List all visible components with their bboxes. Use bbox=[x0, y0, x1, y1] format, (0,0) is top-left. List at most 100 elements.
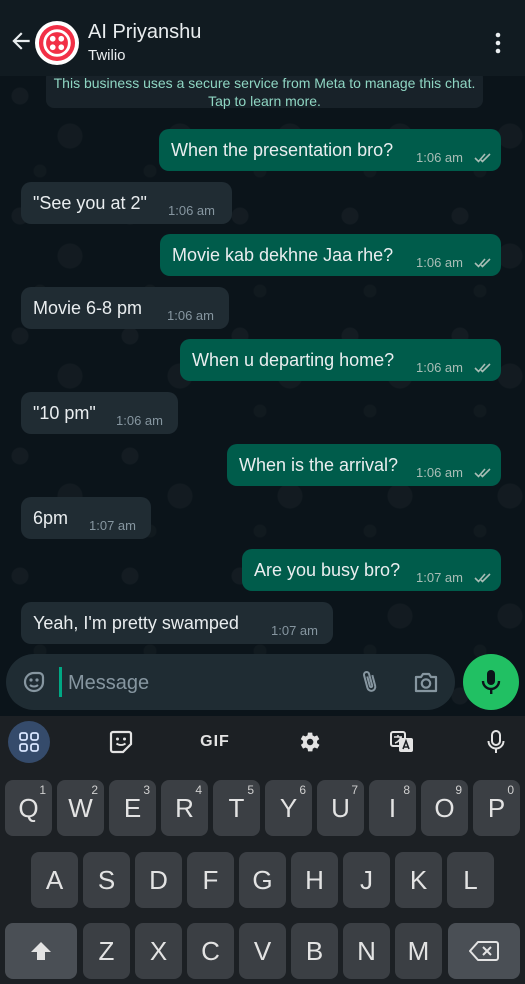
apps-grid-icon bbox=[19, 732, 39, 752]
key-hint: 7 bbox=[351, 783, 358, 797]
keyboard-translate-button[interactable] bbox=[382, 722, 422, 762]
message-time: 1:06 am bbox=[116, 413, 163, 428]
chat-messages-area[interactable]: This business uses a secure service from… bbox=[0, 76, 525, 716]
key-label: V bbox=[253, 935, 272, 966]
message-bubble-incoming[interactable]: "See you at 2" 1:06 am bbox=[21, 182, 232, 224]
key-y[interactable]: Y6 bbox=[265, 780, 312, 836]
key-label: S bbox=[97, 864, 116, 895]
back-arrow-icon[interactable] bbox=[8, 28, 34, 54]
composer-bar bbox=[0, 654, 525, 716]
message-time: 1:07 am bbox=[416, 570, 463, 585]
key-w[interactable]: W2 bbox=[57, 780, 104, 836]
message-input[interactable] bbox=[66, 664, 350, 702]
key-hint: 0 bbox=[507, 783, 514, 797]
keyboard-apps-button[interactable] bbox=[8, 721, 50, 763]
message-text: When is the arrival? bbox=[239, 455, 399, 475]
contact-subtitle[interactable]: Twilio bbox=[88, 47, 126, 64]
key-v[interactable]: V bbox=[239, 923, 286, 979]
message-bubble-outgoing[interactable]: When u departing home? 1:06 am bbox=[180, 339, 501, 381]
message-bubble-outgoing[interactable]: Are you busy bro? 1:07 am bbox=[242, 549, 501, 591]
keyboard-sticker-button[interactable] bbox=[101, 722, 141, 762]
camera-icon[interactable] bbox=[412, 668, 440, 696]
shift-arrow-icon bbox=[31, 942, 51, 960]
message-time: 1:06 am bbox=[416, 465, 463, 480]
key-label: Q bbox=[18, 792, 39, 823]
message-text: Are you busy bro? bbox=[254, 560, 401, 580]
message-time: 1:06 am bbox=[416, 360, 463, 375]
message-text: "10 pm" bbox=[33, 403, 96, 423]
keyboard-gif-button[interactable]: GIF bbox=[195, 722, 235, 762]
message-bubble-outgoing[interactable]: When the presentation bro? 1:06 am bbox=[159, 129, 501, 171]
gear-icon bbox=[300, 732, 320, 752]
twilio-logo-icon bbox=[38, 24, 76, 62]
microphone-icon bbox=[481, 670, 501, 694]
key-a[interactable]: A bbox=[31, 852, 78, 908]
key-label: X bbox=[149, 935, 168, 966]
sticker-icon[interactable] bbox=[20, 668, 48, 696]
message-bubble-outgoing[interactable]: When is the arrival? 1:06 am bbox=[227, 444, 501, 486]
key-j[interactable]: J bbox=[343, 852, 390, 908]
key-label: U bbox=[331, 792, 350, 823]
message-bubble-incoming[interactable]: Movie 6-8 pm 1:06 am bbox=[21, 287, 229, 329]
key-q[interactable]: Q1 bbox=[5, 780, 52, 836]
key-hint: 1 bbox=[39, 783, 46, 797]
message-time: 1:06 am bbox=[167, 308, 214, 323]
message-text: 6pm bbox=[33, 508, 69, 528]
key-t[interactable]: T5 bbox=[213, 780, 260, 836]
message-text: Movie kab dekhne Jaa rhe? bbox=[172, 245, 394, 265]
key-label: H bbox=[305, 864, 324, 895]
key-f[interactable]: F bbox=[187, 852, 234, 908]
voice-record-button[interactable] bbox=[463, 654, 519, 710]
key-hint: 3 bbox=[143, 783, 150, 797]
translate-icon bbox=[390, 731, 413, 752]
double-check-icon bbox=[474, 363, 491, 373]
message-bubble-incoming[interactable]: Yeah, I'm pretty swamped 1:07 am bbox=[21, 602, 333, 644]
key-label: L bbox=[463, 864, 478, 895]
key-z[interactable]: Z bbox=[83, 923, 130, 979]
backspace-key[interactable] bbox=[448, 923, 520, 979]
key-label: Y bbox=[279, 792, 298, 823]
sticker-icon bbox=[109, 730, 133, 754]
key-label: O bbox=[434, 792, 455, 823]
message-text: "See you at 2" bbox=[33, 193, 147, 213]
key-s[interactable]: S bbox=[83, 852, 130, 908]
key-label: T bbox=[228, 792, 245, 823]
key-p[interactable]: P0 bbox=[473, 780, 520, 836]
key-label: N bbox=[357, 935, 376, 966]
contact-name[interactable]: AI Priyanshu bbox=[88, 21, 201, 44]
key-g[interactable]: G bbox=[239, 852, 286, 908]
message-input-container[interactable] bbox=[6, 654, 455, 710]
message-time: 1:06 am bbox=[168, 203, 215, 218]
key-o[interactable]: O9 bbox=[421, 780, 468, 836]
key-c[interactable]: C bbox=[187, 923, 234, 979]
more-options-icon[interactable] bbox=[490, 30, 506, 56]
keyboard-settings-button[interactable] bbox=[289, 722, 329, 762]
text-cursor bbox=[59, 667, 62, 697]
attach-icon[interactable] bbox=[357, 668, 383, 696]
key-l[interactable]: L bbox=[447, 852, 494, 908]
key-r[interactable]: R4 bbox=[161, 780, 208, 836]
message-bubble-outgoing[interactable]: Movie kab dekhne Jaa rhe? 1:06 am bbox=[160, 234, 501, 276]
key-i[interactable]: I8 bbox=[369, 780, 416, 836]
shift-key[interactable] bbox=[5, 923, 77, 979]
key-label: M bbox=[407, 935, 430, 966]
encryption-notice[interactable]: This business uses a secure service from… bbox=[46, 76, 483, 109]
key-e[interactable]: E3 bbox=[109, 780, 156, 836]
keyboard-voice-button[interactable] bbox=[476, 722, 516, 762]
key-m[interactable]: M bbox=[395, 923, 442, 979]
message-time: 1:06 am bbox=[416, 150, 463, 165]
key-label: J bbox=[360, 864, 373, 895]
key-hint: 5 bbox=[247, 783, 254, 797]
key-h[interactable]: H bbox=[291, 852, 338, 908]
key-hint: 9 bbox=[455, 783, 462, 797]
message-bubble-incoming[interactable]: 6pm 1:07 am bbox=[21, 497, 151, 539]
key-hint: 2 bbox=[91, 783, 98, 797]
key-k[interactable]: K bbox=[395, 852, 442, 908]
key-n[interactable]: N bbox=[343, 923, 390, 979]
key-d[interactable]: D bbox=[135, 852, 182, 908]
message-bubble-incoming[interactable]: "10 pm" 1:06 am bbox=[21, 392, 178, 434]
key-b[interactable]: B bbox=[291, 923, 338, 979]
key-u[interactable]: U7 bbox=[317, 780, 364, 836]
key-x[interactable]: X bbox=[135, 923, 182, 979]
avatar[interactable] bbox=[35, 21, 79, 65]
